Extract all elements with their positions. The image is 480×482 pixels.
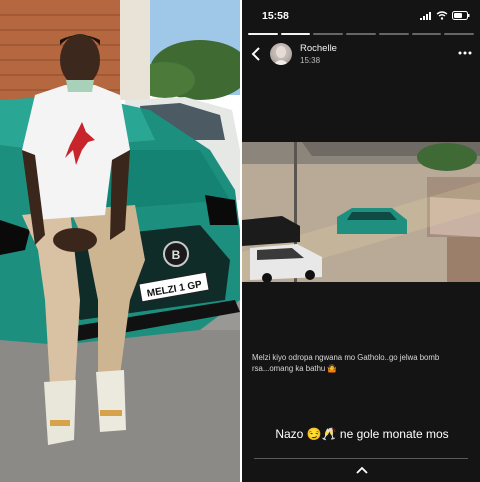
brabus-badge: B: [172, 248, 181, 262]
left-photo: B MELZI 1 GP: [0, 0, 240, 482]
status-icons: [420, 11, 470, 20]
car-photo-illustration: B MELZI 1 GP: [0, 0, 240, 482]
avatar[interactable]: [270, 43, 292, 65]
progress-segment: [346, 33, 376, 35]
progress-segment: [248, 33, 278, 35]
progress-segment: [280, 33, 311, 35]
story-timestamp: 15:38: [300, 56, 321, 65]
signal-icon: [420, 11, 431, 20]
progress-segment: [313, 33, 344, 35]
more-icon[interactable]: [458, 50, 472, 56]
avatar-image: [273, 46, 289, 65]
story-header: Rochelle 15:38: [242, 40, 480, 70]
back-arrow-icon[interactable]: [250, 46, 262, 62]
chevron-up-icon[interactable]: [355, 466, 369, 474]
story-progress-bar: [248, 33, 475, 36]
wifi-icon: [436, 11, 448, 20]
progress-segment: [444, 33, 475, 35]
aerial-street-photo: [242, 142, 480, 282]
story-reply-text: Nazo 😏🥂 ne gole monate mos: [275, 427, 449, 441]
status-bar: 15:58: [242, 6, 480, 26]
story-screen: 15:58 Rochelle 15:38 Melzi kiyo odropa n…: [242, 0, 480, 482]
progress-segment: [411, 33, 442, 35]
story-username[interactable]: Rochelle: [300, 43, 337, 54]
status-time: 15:58: [262, 10, 289, 22]
battery-icon: [452, 11, 470, 20]
story-caption: Melzi kiyo odropa ngwana mo Gatholo..go …: [252, 353, 440, 373]
reply-divider: [254, 458, 468, 459]
progress-segment: [378, 33, 409, 35]
story-photo: [242, 142, 480, 282]
